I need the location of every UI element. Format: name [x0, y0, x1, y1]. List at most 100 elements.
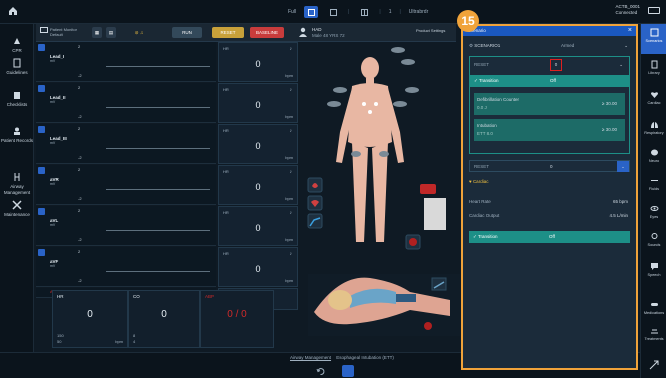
alarm-bell-icon[interactable]: ♪	[290, 46, 293, 52]
waveform-trace	[106, 148, 210, 149]
bottom-param-value: 0 / 0	[227, 309, 247, 320]
transition-icon: ✓	[474, 78, 479, 83]
rnav-cardiac[interactable]: Cardiac	[641, 90, 666, 105]
waveform-avr[interactable]: 2 aVR mV -2	[36, 165, 216, 205]
rnav-speech[interactable]: Speech	[641, 262, 666, 277]
nav-maintenance[interactable]: Maintenance	[0, 200, 34, 218]
waveform-unit: mV	[50, 59, 56, 63]
rnav-eyes[interactable]: Eyes	[641, 204, 666, 219]
monitor-title: Patient Monitor Default	[50, 27, 77, 37]
condition-label: Intubation	[477, 123, 497, 128]
param-tile[interactable]: HR ♪ 0 bpm	[218, 206, 298, 246]
patient-body-view[interactable]	[300, 42, 462, 342]
product-settings-label[interactable]: Product Settings	[416, 28, 445, 33]
rnav-respiratory[interactable]: Respiratory	[641, 120, 666, 135]
waveform-lead-ii[interactable]: 2 Lead_II mV -2	[36, 83, 216, 123]
heart-rate-row[interactable]: Heart Rate 65 bpm	[469, 196, 630, 208]
rnav-label: Cardiac	[647, 101, 661, 105]
stage-row[interactable]: RESET 0 ⌄	[474, 59, 625, 71]
waveform-select-toggle[interactable]	[38, 208, 45, 215]
run-button[interactable]: RUN	[172, 27, 202, 38]
waveform-avl[interactable]: 2 aVL mV -2	[36, 206, 216, 246]
heart-rate-label: Heart Rate	[469, 199, 491, 204]
layout-split-button[interactable]	[326, 6, 340, 18]
scenario-row[interactable]: ⚙ SCENARIO1 Armed ⌄	[469, 40, 630, 52]
chevron-down-icon[interactable]: ⌄	[617, 161, 629, 172]
param-tile[interactable]: HR ♪ 0 bpm	[218, 42, 298, 82]
scale-top: 2	[78, 126, 81, 131]
waveform-label: aVL mV	[50, 218, 58, 228]
bottom-param-unit: bpm	[115, 339, 123, 344]
undo-icon[interactable]	[316, 367, 325, 376]
scale-top: 2	[78, 167, 81, 172]
treatment-icon	[650, 329, 658, 334]
chevron-down-icon[interactable]: ⌄	[619, 59, 623, 71]
layout-grid-button[interactable]	[357, 6, 371, 18]
param-name: HR	[223, 87, 229, 92]
status-strip: Airway Management Esophageal Intubation …	[290, 355, 394, 360]
cardiac-header: ♥ Cardiac	[469, 176, 630, 188]
nav-guidelines[interactable]: Guidelines	[0, 58, 34, 76]
rnav-neuro[interactable]: Neuro	[641, 148, 666, 163]
grid-view-button[interactable]: ▦	[92, 27, 102, 38]
close-icon[interactable]: ×	[628, 27, 632, 35]
waveform-select-toggle[interactable]	[38, 249, 45, 256]
alarm-bell-icon[interactable]: ♪	[290, 210, 293, 216]
scale-bottom: -2	[78, 196, 82, 201]
alarm-bell-icon[interactable]: ♪	[290, 169, 293, 175]
rnav-library[interactable]: Library	[641, 60, 666, 75]
waveform-select-toggle[interactable]	[38, 85, 45, 92]
scenario-state: Armed	[561, 43, 575, 48]
bottom-abp-box[interactable]: ABP 0 / 0	[200, 290, 274, 348]
nav-label: Guidelines	[6, 70, 28, 75]
waveform-select-toggle[interactable]	[38, 126, 45, 133]
layout-full-button[interactable]	[304, 6, 319, 18]
waveform-select-toggle[interactable]	[38, 167, 45, 174]
reset-button[interactable]: RESET	[212, 27, 244, 38]
rnav-medications[interactable]: Medications	[641, 300, 666, 315]
transition-state: Off	[549, 234, 555, 239]
nav-label: Maintenance	[4, 212, 30, 217]
nav-checklists[interactable]: Checklists	[0, 90, 34, 108]
transition2-row[interactable]: ✓ Transition Off	[469, 231, 630, 243]
rnav-treatments[interactable]: Treatments	[641, 326, 666, 341]
waveform-avf[interactable]: 2 aVF mV -2	[36, 247, 216, 287]
scale-bottom: -2	[78, 73, 82, 78]
cardiac-output-row[interactable]: Cardiac Output 4.5 L/min	[469, 210, 630, 222]
alarm-toggle-button[interactable]: ⊘ ♫	[128, 27, 150, 38]
bottom-co-box[interactable]: CO 0 8 4	[128, 290, 200, 348]
list-view-button[interactable]: ▤	[106, 27, 116, 38]
param-tile[interactable]: HR ♪ 0 bpm	[218, 83, 298, 123]
stage2-row[interactable]: RESET 0 ⌄	[469, 160, 630, 172]
rnav-scenarios[interactable]: Scenarios	[641, 24, 666, 54]
param-tile[interactable]: HR ♪ 0 bpm	[218, 165, 298, 205]
stage-section: RESET 0 ⌄ ✓ Transition Off Defibrillatio…	[469, 56, 630, 154]
param-tile[interactable]: HR ♪ 0 bpm	[218, 124, 298, 164]
rnav-fluids[interactable]: Fluids	[641, 176, 666, 191]
monitor-header: Patient Monitor Default ▦ ▤ ⊘ ♫ RUN RESE…	[36, 24, 456, 42]
condition-intubation[interactable]: Intubation ETT 8.0 ≥ 30.00	[474, 119, 625, 141]
waveform-select-toggle[interactable]	[38, 44, 45, 51]
baseline-button[interactable]: BASELINE	[250, 27, 284, 38]
expand-icon[interactable]	[649, 360, 659, 370]
alarm-bell-icon[interactable]: ♪	[290, 128, 293, 134]
rnav-sounds[interactable]: Sounds	[641, 232, 666, 247]
scale-bottom: -2	[78, 114, 82, 119]
condition-op: ≥ 30.00	[602, 127, 617, 132]
waveform-unit: mV	[50, 182, 56, 186]
chevron-down-icon[interactable]: ⌄	[624, 40, 628, 52]
transition-row[interactable]: ✓ Transition Off	[470, 75, 629, 87]
nav-airway[interactable]: Airway Management	[0, 172, 34, 195]
condition-defib[interactable]: Defibrillation Counter 0.0 J ≥ 30.00	[474, 93, 625, 115]
alarm-bell-icon[interactable]: ♪	[290, 87, 293, 93]
bottom-param-name: CO	[133, 294, 140, 299]
alarm-bell-icon[interactable]: ♪	[290, 251, 293, 257]
waveform-lead-iii[interactable]: 2 Lead_III mV -2	[36, 124, 216, 164]
param-tile[interactable]: HR ♪ 0 bpm	[218, 247, 298, 287]
nav-cpr[interactable]: CPR	[0, 36, 34, 54]
screen-toggle-button[interactable]	[342, 365, 354, 377]
home-icon[interactable]	[8, 6, 18, 16]
nav-patient-records[interactable]: Patient Records	[0, 126, 34, 144]
bottom-hr-box[interactable]: HR 0 150 50 bpm	[52, 290, 128, 348]
waveform-lead-i[interactable]: 2 Lead_I mV -2	[36, 42, 216, 82]
